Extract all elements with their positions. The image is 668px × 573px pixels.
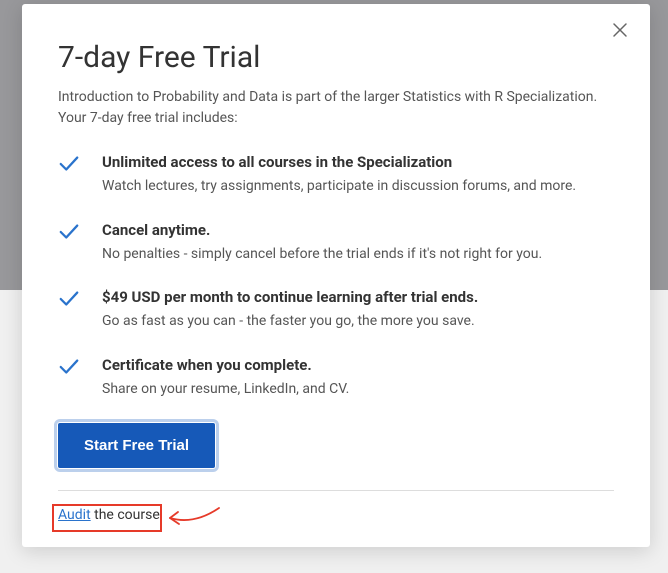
feature-item: Certificate when you complete. Share on … [58, 356, 614, 400]
feature-item: Unlimited access to all courses in the S… [58, 153, 614, 197]
feature-item: $49 USD per month to continue learning a… [58, 288, 614, 332]
start-free-trial-button[interactable]: Start Free Trial [58, 423, 215, 468]
check-icon [58, 153, 80, 175]
check-icon [58, 221, 80, 243]
audit-text-rest: the course [91, 507, 160, 523]
free-trial-modal: 7-day Free Trial Introduction to Probabi… [22, 4, 650, 547]
audit-line: Audit the course [58, 507, 614, 523]
modal-title: 7-day Free Trial [58, 40, 614, 75]
modal-subtitle: Introduction to Probability and Data is … [58, 87, 614, 129]
divider [58, 490, 614, 491]
feature-desc: Share on your resume, LinkedIn, and CV. [102, 380, 614, 400]
feature-title: Certificate when you complete. [102, 356, 614, 374]
check-icon [58, 288, 80, 310]
close-icon [611, 21, 629, 43]
feature-item: Cancel anytime. No penalties - simply ca… [58, 221, 614, 265]
feature-title: Unlimited access to all courses in the S… [102, 153, 614, 171]
feature-desc: No penalties - simply cancel before the … [102, 245, 614, 265]
close-button[interactable] [608, 20, 632, 44]
feature-title: Cancel anytime. [102, 221, 614, 239]
feature-list: Unlimited access to all courses in the S… [58, 153, 614, 399]
check-icon [58, 356, 80, 378]
feature-desc: Watch lectures, try assignments, partici… [102, 177, 614, 197]
audit-link[interactable]: Audit [58, 507, 91, 523]
feature-title: $49 USD per month to continue learning a… [102, 288, 614, 306]
feature-desc: Go as fast as you can - the faster you g… [102, 312, 614, 332]
